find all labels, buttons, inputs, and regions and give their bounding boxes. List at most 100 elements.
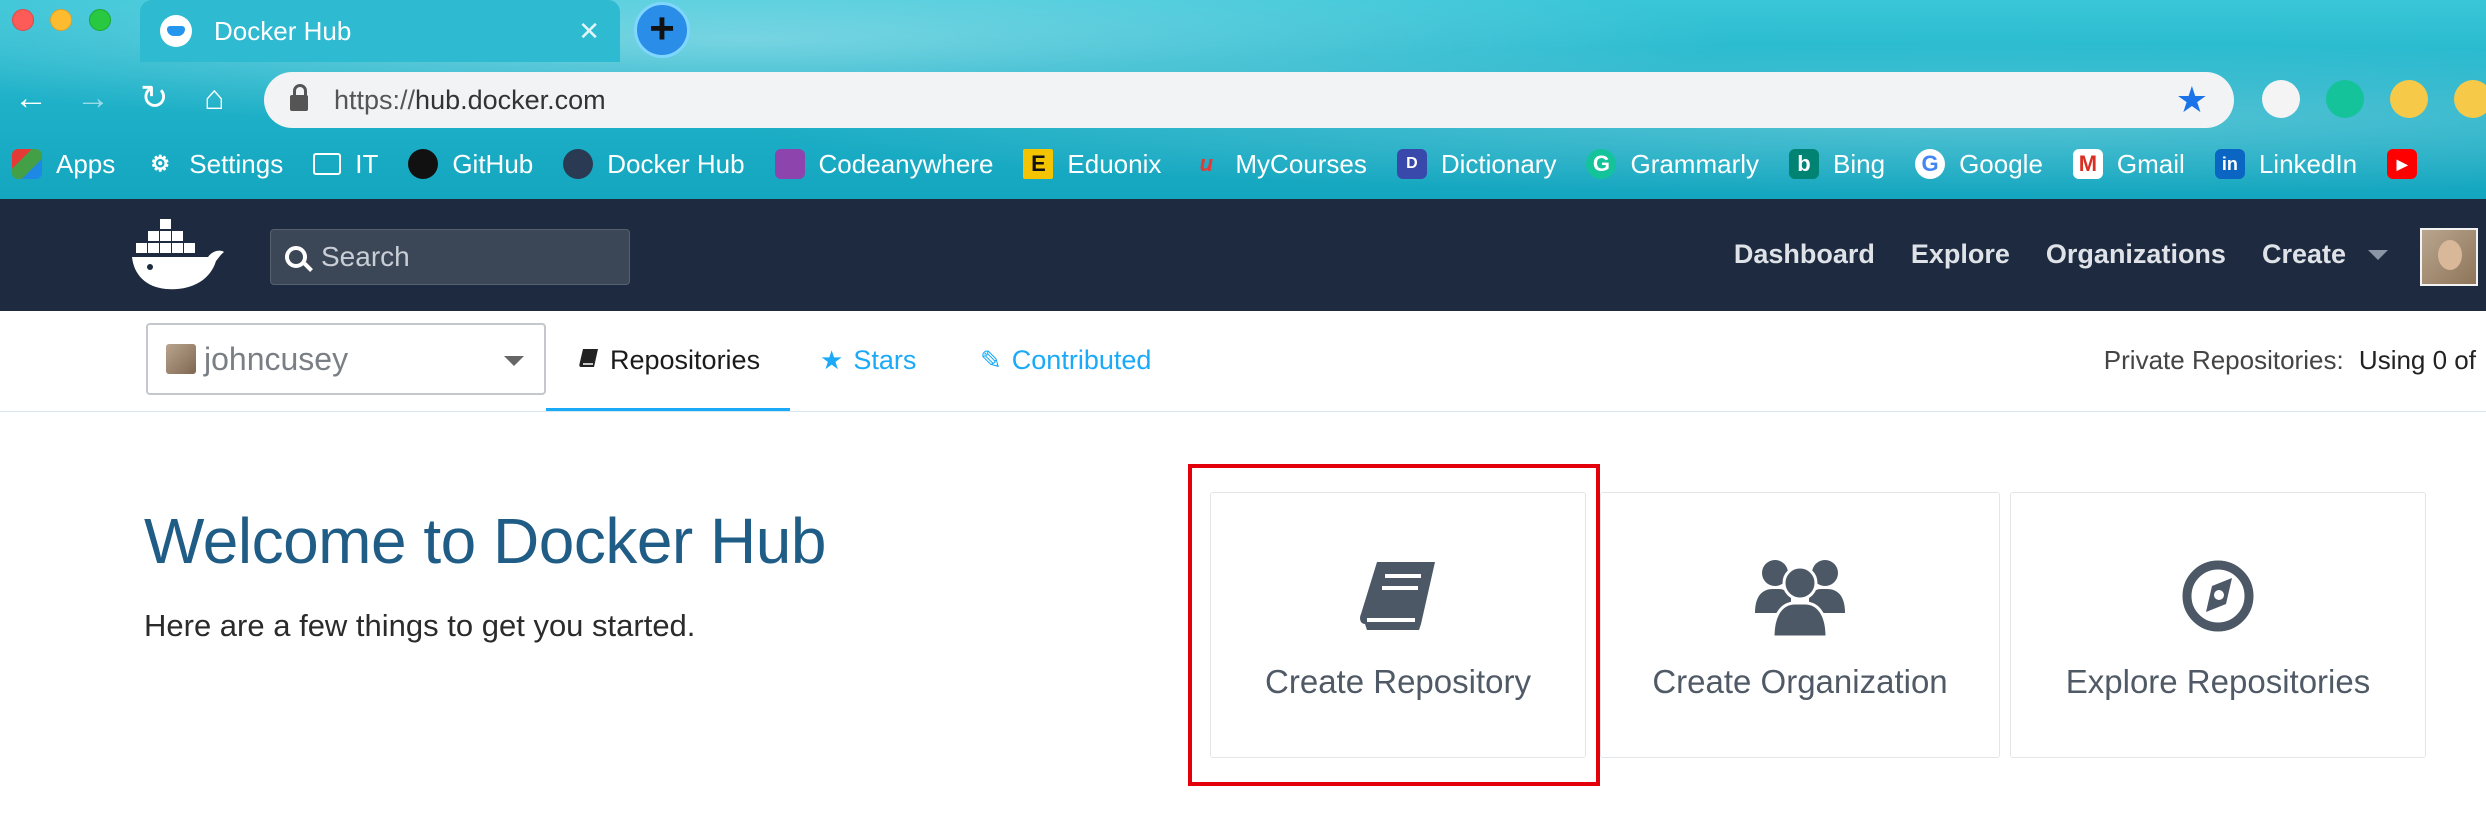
- tab-stars[interactable]: ★ Stars: [820, 345, 916, 376]
- bookmark-label: Dictionary: [1440, 148, 1557, 179]
- search-icon: [285, 246, 307, 268]
- sub-navigation: johncusey Repositories ★ Stars ✎ Contrib…: [0, 311, 2486, 412]
- github-icon: [408, 149, 439, 179]
- bookmark-label: MyCourses: [1235, 148, 1367, 179]
- bookmark-grammarly[interactable]: G Grammarly: [1586, 149, 1759, 180]
- bing-icon: b: [1789, 149, 1820, 179]
- tab-title: Docker Hub: [214, 15, 352, 46]
- tab-repositories[interactable]: Repositories: [578, 345, 760, 376]
- bookmark-youtube[interactable]: ▶: [2387, 149, 2431, 179]
- bookmark-google[interactable]: G Google: [1915, 149, 2043, 180]
- tab-label: Stars: [853, 345, 917, 375]
- bookmark-label: Settings: [189, 148, 284, 179]
- reload-button[interactable]: ↻: [140, 78, 169, 118]
- eduonix-icon: E: [1023, 149, 1054, 179]
- avatar: [166, 344, 196, 374]
- bookmark-apps[interactable]: Apps: [12, 149, 115, 180]
- bookmark-docker-hub[interactable]: Docker Hub: [563, 148, 745, 180]
- docker-header: Search Dashboard Explore Organizations C…: [0, 199, 2486, 311]
- browser-chrome: Docker Hub ✕ + ← → ↻ ⌂ https://hub.docke…: [0, 0, 2486, 199]
- folder-icon: [313, 153, 342, 175]
- close-window-button[interactable]: [12, 9, 34, 31]
- account-name: johncusey: [204, 340, 349, 377]
- private-repositories-label: Private Repositories:: [2103, 345, 2344, 375]
- bookmark-label: LinkedIn: [2258, 148, 2358, 179]
- bookmark-gmail[interactable]: M Gmail: [2072, 148, 2185, 180]
- zoom-window-button[interactable]: [89, 9, 111, 31]
- chevron-down-icon[interactable]: [2368, 249, 2388, 260]
- edit-icon: ✎: [980, 345, 1002, 375]
- lock-icon: [290, 84, 308, 111]
- nav-explore[interactable]: Explore: [1911, 239, 2010, 270]
- private-repositories-value: Using 0 of: [2358, 345, 2476, 375]
- compass-icon: [2182, 551, 2254, 641]
- bookmark-it[interactable]: IT: [313, 149, 378, 180]
- bookmark-eduonix[interactable]: E Eduonix: [1023, 149, 1161, 180]
- new-tab-button[interactable]: +: [634, 2, 690, 58]
- tab-label: Contributed: [1011, 345, 1152, 375]
- url-scheme: https://: [334, 84, 416, 115]
- bookmark-label: Grammarly: [1630, 148, 1760, 179]
- google-icon: G: [1915, 149, 1946, 179]
- search-extension-icon[interactable]: [2390, 80, 2428, 118]
- search-input[interactable]: Search: [270, 229, 630, 285]
- back-button[interactable]: ←: [14, 78, 48, 118]
- nav-create[interactable]: Create: [2262, 239, 2346, 270]
- apps-grid-icon: [12, 149, 42, 179]
- create-organization-card[interactable]: Create Organization: [1600, 492, 2000, 758]
- codeanywhere-icon: [774, 149, 805, 179]
- bookmark-dictionary[interactable]: D Dictionary: [1396, 148, 1557, 180]
- bookmark-label: Codeanywhere: [818, 148, 994, 179]
- explore-repositories-card[interactable]: Explore Repositories: [2010, 492, 2426, 758]
- docker-favicon-icon: [160, 15, 192, 47]
- linkedin-icon: in: [2214, 149, 2245, 179]
- user-avatar[interactable]: [2420, 228, 2478, 286]
- star-icon: ★: [820, 345, 844, 375]
- bookmark-label: GitHub: [452, 148, 534, 179]
- active-tab-indicator: [546, 408, 790, 411]
- bookmark-linkedin[interactable]: in LinkedIn: [2214, 148, 2358, 180]
- browser-tab[interactable]: Docker Hub ✕: [140, 0, 620, 62]
- bookmark-settings[interactable]: ⚙ Settings: [145, 149, 283, 180]
- bookmark-label: Gmail: [2116, 148, 2185, 179]
- account-selector[interactable]: johncusey: [146, 323, 546, 395]
- card-label: Create Organization: [1652, 663, 1948, 700]
- home-button[interactable]: ⌂: [204, 78, 225, 118]
- url-host: hub.docker.com: [415, 84, 606, 115]
- bookmark-label: Eduonix: [1067, 148, 1162, 179]
- home-extension-icon[interactable]: [2454, 80, 2486, 118]
- bookmark-github[interactable]: GitHub: [408, 149, 533, 180]
- minimize-window-button[interactable]: [50, 9, 72, 31]
- dictionary-icon: D: [1396, 149, 1427, 179]
- docker-whale-logo-icon[interactable]: [130, 219, 226, 291]
- private-repositories-status: Private Repositories: Using 0 of: [2104, 345, 2476, 376]
- tab-label: Repositories: [610, 345, 761, 375]
- highlight-box: [1188, 464, 1600, 786]
- extension-u-icon[interactable]: [2262, 80, 2300, 118]
- nav-organizations[interactable]: Organizations: [2046, 239, 2226, 270]
- gmail-icon: M: [2072, 149, 2103, 179]
- address-bar[interactable]: https://hub.docker.com ★: [264, 72, 2234, 128]
- mycourses-icon: u: [1199, 151, 1214, 176]
- search-placeholder: Search: [321, 241, 410, 272]
- bookmark-label: Apps: [56, 148, 116, 179]
- bookmark-codeanywhere[interactable]: Codeanywhere: [774, 148, 994, 180]
- bookmark-mycourses[interactable]: u MyCourses: [1191, 148, 1367, 180]
- tab-contributed[interactable]: ✎ Contributed: [980, 345, 1151, 376]
- page-subtitle: Here are a few things to get you started…: [144, 608, 696, 643]
- nav-dashboard[interactable]: Dashboard: [1734, 239, 1875, 270]
- url-text: https://hub.docker.com: [334, 85, 2176, 116]
- bookmark-label: Google: [1959, 148, 2043, 179]
- grammarly-icon: G: [1586, 149, 1617, 179]
- bookmark-label: Bing: [1833, 148, 1886, 179]
- bookmarks-bar: Apps ⚙ Settings IT GitHub Docker Hub Code…: [12, 144, 2461, 184]
- gear-icon: ⚙: [150, 151, 171, 176]
- bookmark-label: Docker Hub: [607, 148, 745, 179]
- bookmark-bing[interactable]: b Bing: [1789, 149, 1885, 180]
- bookmark-star-icon[interactable]: ★: [2176, 79, 2208, 121]
- tab-close-icon[interactable]: ✕: [578, 16, 600, 47]
- grammarly-extension-icon[interactable]: [2326, 80, 2364, 118]
- main-nav: Dashboard Explore Organizations Create: [1698, 239, 2388, 270]
- forward-button[interactable]: →: [76, 78, 110, 118]
- book-icon: [578, 345, 600, 376]
